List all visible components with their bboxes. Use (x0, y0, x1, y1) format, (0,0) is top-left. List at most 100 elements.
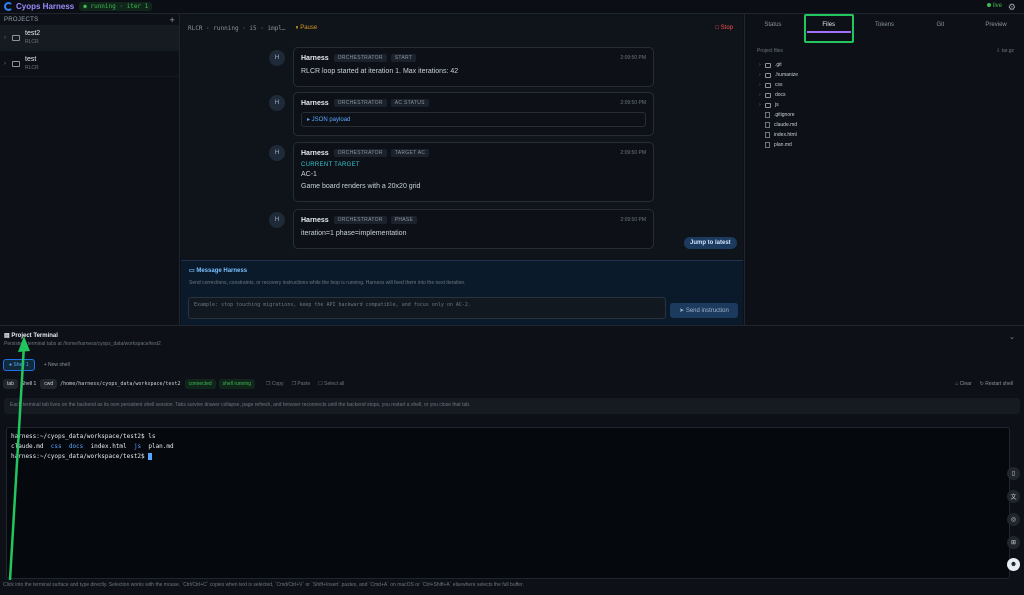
file-tree-item[interactable]: .gitignore (759, 110, 1024, 120)
connected-badge: connected (184, 379, 216, 389)
cwd-label: cwd (40, 379, 58, 389)
chevron-down-icon[interactable]: ⌄ (1009, 333, 1015, 341)
message-card: Harness ORCHESTRATOR AC STATUS 2:09:50 P… (293, 92, 654, 136)
side-tabs: Status Files Tokens Git Preview (745, 14, 1024, 36)
file-tree-item[interactable]: › .humanize (759, 70, 1024, 80)
paste-button[interactable]: ❐ Paste (292, 381, 311, 387)
stop-button[interactable]: □ Stop (715, 25, 733, 31)
bot-icon[interactable]: ☻ (1007, 558, 1020, 571)
project-type: RLCR (25, 65, 39, 71)
instruction-input[interactable]: Example: stop touching migrations, keep … (188, 297, 666, 319)
json-payload-toggle[interactable]: ▸ JSON payload (301, 112, 646, 127)
message-tag: ORCHESTRATOR (333, 216, 387, 224)
add-project-button[interactable]: + (169, 15, 175, 25)
message-tag: PHASE (390, 216, 418, 224)
terminal-line: harness:~/cyops_data/workspace/test2$ (11, 452, 1005, 462)
projects-header: PROJECTS + (0, 14, 179, 25)
file-name: docs (775, 92, 786, 98)
compose-title: Message Harness (196, 268, 248, 274)
message-card: Harness ORCHESTRATOR TARGET AC 2:09:50 P… (293, 142, 654, 202)
file-tree-item[interactable]: › .git (759, 60, 1024, 70)
select-all-button[interactable]: ☐ Select all (318, 381, 344, 387)
tab-label: tab (3, 379, 18, 389)
terminal-line: harness:~/cyops_data/workspace/test2$ ls (11, 433, 156, 440)
jump-to-latest-button[interactable]: Jump to latest (684, 237, 737, 249)
message-header: Harness ORCHESTRATOR TARGET AC 2:09:50 P… (301, 149, 646, 157)
terminal-prompt: harness:~/cyops_data/workspace/test2$ (11, 453, 149, 460)
folder-icon (12, 60, 20, 67)
top-bar: Cyops Harness ● running · iter 1 live ⚙ (0, 0, 1024, 14)
file-tree-item[interactable]: index.html (759, 130, 1024, 140)
settings-icon[interactable]: ◎ (1007, 513, 1020, 526)
tab-tokens[interactable]: Tokens (857, 14, 913, 36)
message-header: Harness ORCHESTRATOR PHASE 2:09:50 PM (301, 216, 646, 224)
file-name: claude.md (774, 122, 798, 128)
project-name: test (25, 56, 37, 63)
message-tag: ORCHESTRATOR (333, 149, 387, 157)
project-terminal-drawer: ▤ Project Terminal Persistent terminal t… (0, 325, 1024, 595)
file-tree: › .git › .humanize › css › docs › js .gitigno… (745, 54, 1024, 150)
file-tree-item[interactable]: plan.md (759, 140, 1024, 150)
clear-button[interactable]: ⌂ Clear (955, 381, 971, 387)
file-name: css (775, 82, 783, 88)
copy-button[interactable]: ❐ Copy (266, 381, 284, 387)
translate-icon[interactable]: 文 (1007, 490, 1020, 503)
book-icon[interactable]: ▯ (1007, 467, 1020, 480)
ls-entry: js (133, 443, 142, 450)
file-name: .humanize (775, 72, 799, 78)
message-author: Harness (301, 54, 329, 62)
terminal-subtitle: Persistent terminal tabs at /home/harnes… (4, 341, 161, 347)
new-shell-button[interactable]: + New shell (39, 360, 75, 370)
message-tag: START (390, 54, 417, 62)
current-target-label: CURRENT TARGET (301, 162, 360, 168)
terminal-tab-row: ● Shell 1 + New shell (3, 359, 79, 371)
file-tree-item[interactable]: claude.md (759, 120, 1024, 130)
live-indicator: live (986, 3, 1002, 9)
file-tree-item[interactable]: › js (759, 100, 1024, 110)
message-header: Harness ORCHESTRATOR AC STATUS 2:09:50 P… (301, 99, 646, 107)
ls-entry: index.html (90, 443, 127, 450)
file-icon (765, 122, 770, 128)
folder-icon (765, 82, 771, 88)
ls-entry: plan.md (148, 443, 174, 450)
avatar: H (269, 95, 285, 111)
message-time: 2:09:50 PM (620, 150, 646, 156)
project-item-test[interactable]: › test RLCR (0, 51, 179, 77)
message-tag: ORCHESTRATOR (333, 99, 387, 107)
send-instruction-button[interactable]: ➤ Send instruction (670, 303, 738, 318)
compose-hint: Send corrections, constraints, or recove… (189, 280, 466, 286)
message-body: Game board renders with a 20x20 grid (301, 183, 421, 190)
tab-git[interactable]: Git (912, 14, 968, 36)
live-label: live (992, 3, 1002, 9)
chevron-icon[interactable]: › (4, 35, 12, 41)
tab-shell-1[interactable]: ● Shell 1 (3, 359, 35, 371)
chevron-icon[interactable]: › (4, 61, 12, 67)
folder-icon (12, 34, 20, 41)
file-name: js (775, 102, 779, 108)
file-tree-item[interactable]: › css (759, 80, 1024, 90)
message-tag: ORCHESTRATOR (333, 54, 387, 62)
message-harness-title: ▭ Message Harness (189, 267, 735, 274)
target-ac: AC-1 (301, 171, 317, 178)
side-panel: Status Files Tokens Git Preview Project … (744, 14, 1024, 325)
terminal-console[interactable]: harness:~/cyops_data/workspace/test2$ ls… (6, 427, 1010, 579)
folder-icon (765, 72, 771, 78)
tab-preview[interactable]: Preview (968, 14, 1024, 36)
message-time: 2:09:50 PM (620, 55, 646, 61)
gear-icon[interactable]: ⚙ (1008, 2, 1016, 13)
terminal-toolbar: tab Shell 1 cwd /home/harness/cyops_data… (3, 379, 1021, 389)
pause-button[interactable]: ⏸ Pause (296, 25, 318, 32)
restart-shell-button[interactable]: ↻ Restart shell (980, 381, 1013, 387)
message-time: 2:09:50 PM (620, 217, 646, 223)
project-item-test2[interactable]: › test2 RLCR (0, 25, 179, 51)
message-card: Harness ORCHESTRATOR PHASE 2:09:50 PM it… (293, 209, 654, 249)
grid-icon[interactable]: ⊞ (1007, 536, 1020, 549)
tab-status[interactable]: Status (745, 14, 801, 36)
message-tag: TARGET AC (390, 149, 430, 157)
file-tree-item[interactable]: › docs (759, 90, 1024, 100)
ls-entry: css (50, 443, 62, 450)
loop-feed-panel: RLCR · running · i5 · impl… ⏸ Pause □ St… (181, 14, 743, 325)
app-name: Cyops Harness (16, 2, 75, 11)
download-targz-button[interactable]: ⇩ tar.gz (996, 48, 1014, 54)
files-header: Project files ⇩ tar.gz (745, 36, 1024, 54)
